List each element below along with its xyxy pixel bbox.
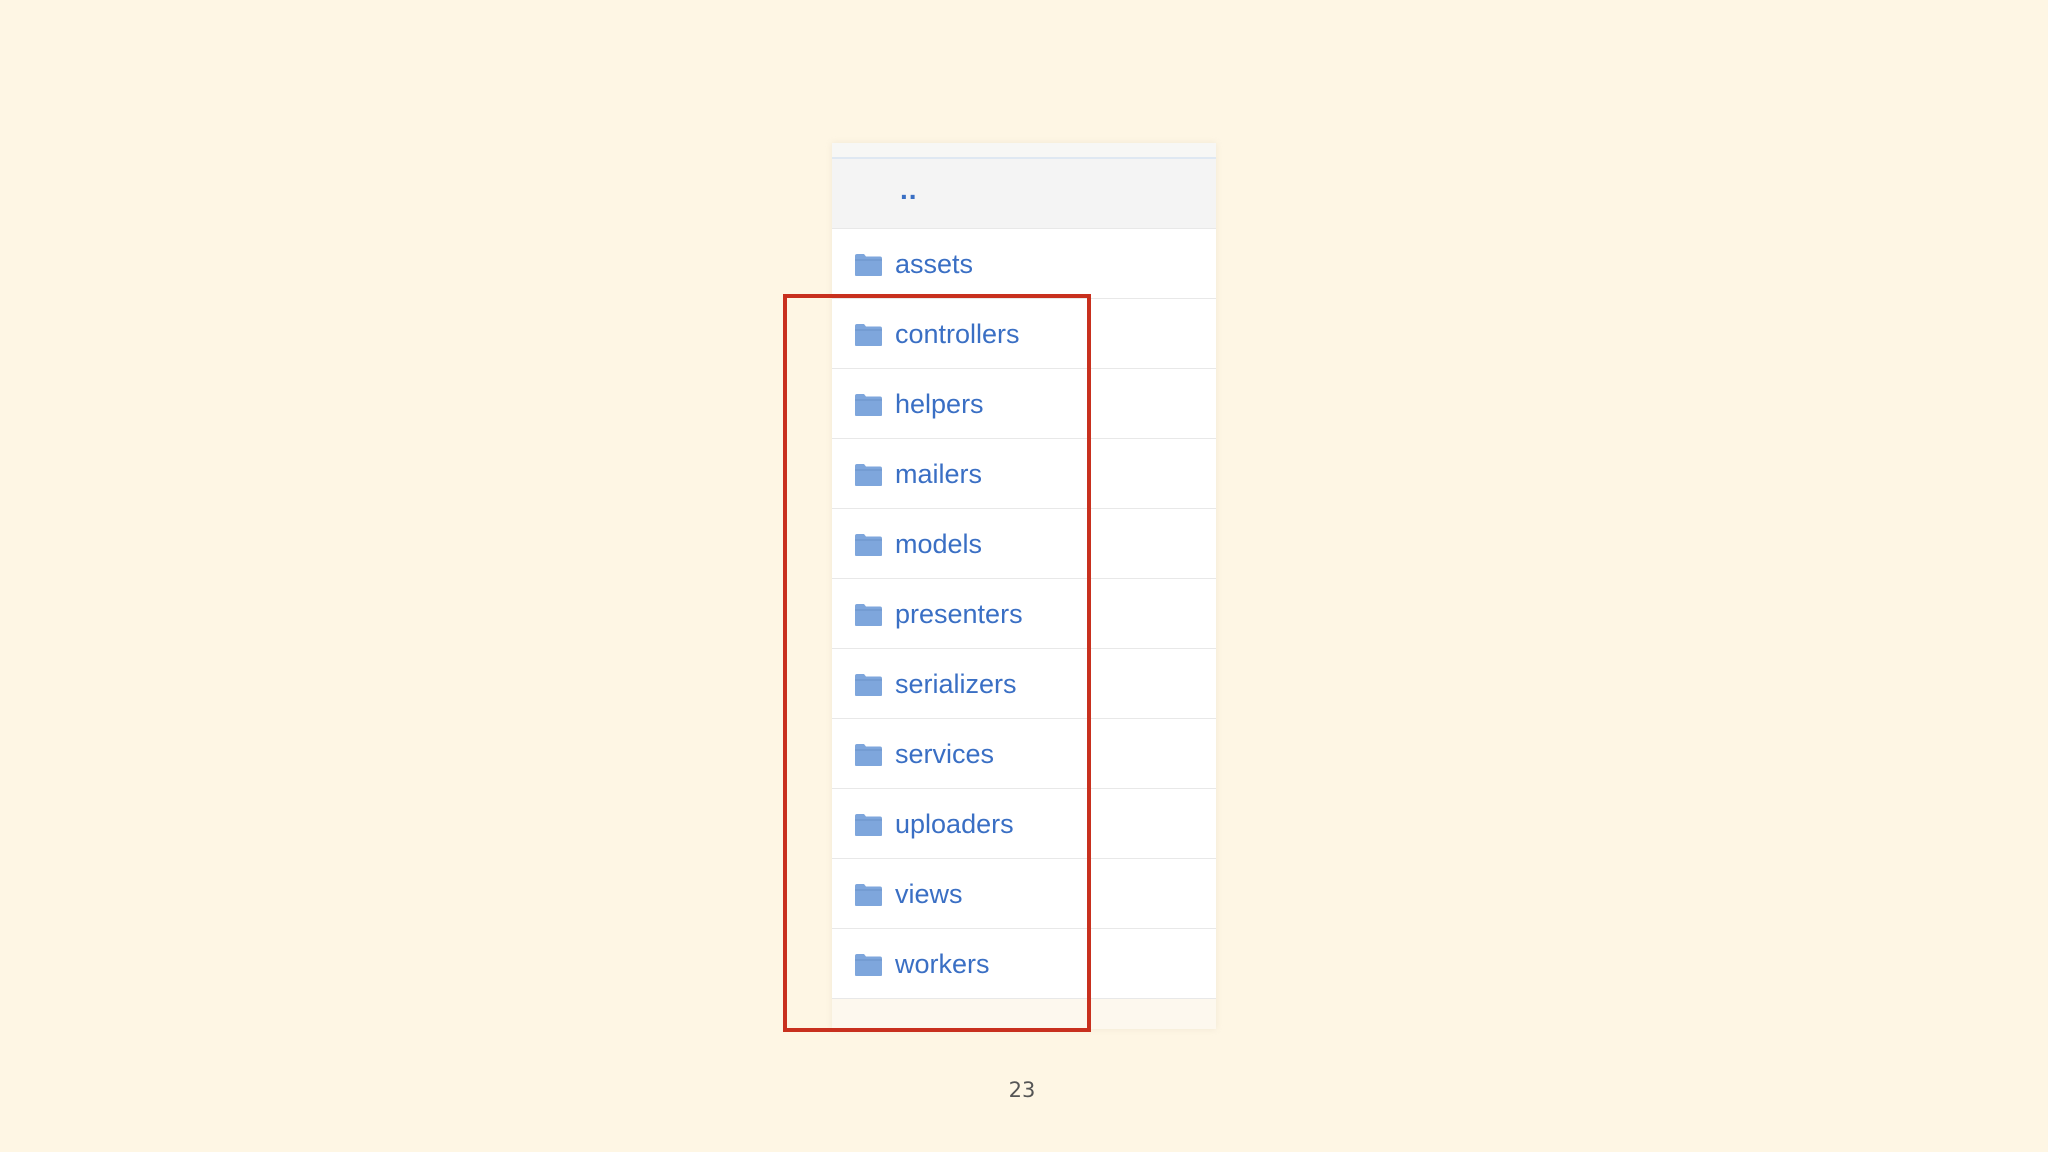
folder-link[interactable]: workers — [895, 929, 990, 999]
folder-icon — [855, 394, 882, 416]
folder-row-models[interactable]: models — [832, 509, 1216, 579]
folder-icon — [855, 324, 882, 346]
folder-row-mailers[interactable]: mailers — [832, 439, 1216, 509]
folder-icon — [855, 814, 882, 836]
folder-icon — [855, 744, 882, 766]
folder-row-presenters[interactable]: presenters — [832, 579, 1216, 649]
folder-link[interactable]: models — [895, 509, 982, 579]
folder-row-controllers[interactable]: controllers — [832, 299, 1216, 369]
folder-icon — [855, 464, 882, 486]
folder-icon — [855, 954, 882, 976]
folder-row-helpers[interactable]: helpers — [832, 369, 1216, 439]
folder-link[interactable]: views — [895, 859, 963, 929]
folder-link[interactable]: presenters — [895, 579, 1023, 649]
folder-link[interactable]: assets — [895, 229, 973, 299]
folder-row-services[interactable]: services — [832, 719, 1216, 789]
listing-footer-edge — [832, 999, 1216, 1029]
folder-icon — [855, 884, 882, 906]
folder-icon — [855, 254, 882, 276]
folder-link[interactable]: helpers — [895, 369, 984, 439]
folder-link[interactable]: mailers — [895, 439, 982, 509]
folder-row-workers[interactable]: workers — [832, 929, 1216, 999]
folder-icon — [855, 674, 882, 696]
folder-icon — [855, 534, 882, 556]
parent-directory-link[interactable]: .. — [900, 159, 918, 221]
folder-row-views[interactable]: views — [832, 859, 1216, 929]
folder-link[interactable]: serializers — [895, 649, 1017, 719]
folder-row-serializers[interactable]: serializers — [832, 649, 1216, 719]
listing-header-edge — [832, 143, 1216, 159]
folder-link[interactable]: services — [895, 719, 994, 789]
folder-row-assets[interactable]: assets — [832, 229, 1216, 299]
folder-row-uploaders[interactable]: uploaders — [832, 789, 1216, 859]
file-listing: .. assets controllers helpers mailers mo… — [832, 143, 1216, 1029]
folder-link[interactable]: controllers — [895, 299, 1020, 369]
slide-page-number: 23 — [1008, 1078, 1036, 1102]
parent-directory-row[interactable]: .. — [832, 159, 1216, 229]
folder-link[interactable]: uploaders — [895, 789, 1014, 859]
folder-icon — [855, 604, 882, 626]
